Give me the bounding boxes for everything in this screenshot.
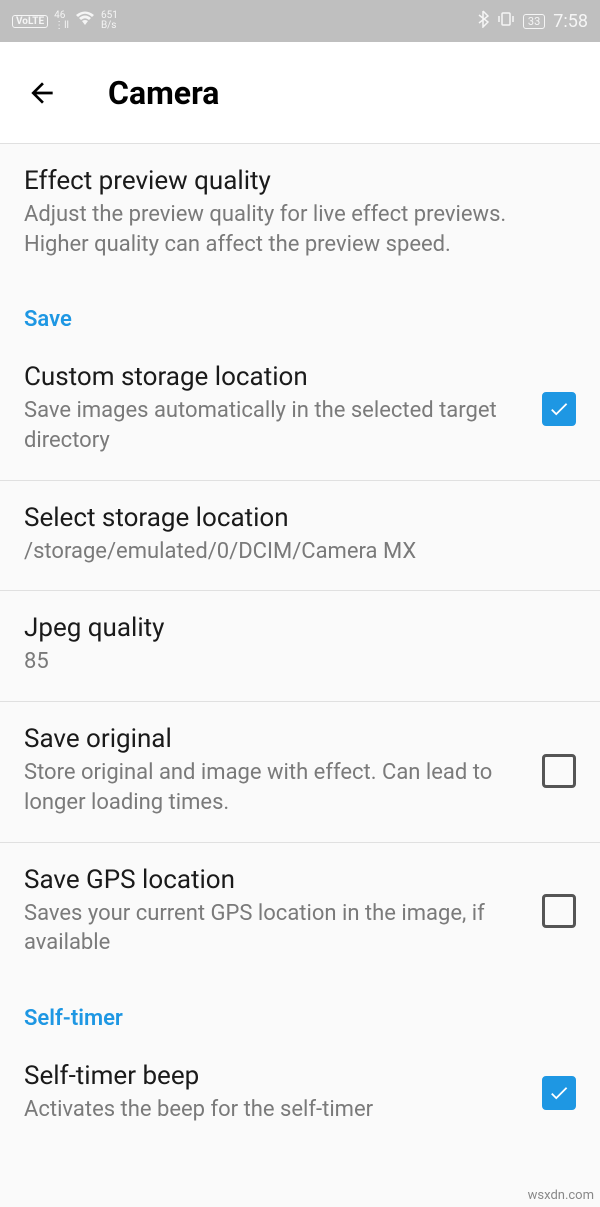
setting-title: Select storage location — [24, 503, 576, 533]
back-button[interactable] — [24, 75, 60, 111]
setting-title: Save original — [24, 724, 522, 754]
setting-self-timer-beep[interactable]: Self-timer beep Activates the beep for t… — [0, 1039, 600, 1135]
setting-desc: Save images automatically in the selecte… — [24, 396, 522, 455]
status-left: VoLTE 46 ⋮ll 651 B/s — [12, 11, 118, 31]
app-header: Camera — [0, 42, 600, 144]
volte-badge: VoLTE — [12, 15, 48, 28]
section-header-self-timer: Self-timer — [0, 982, 600, 1039]
data-rate: 651 B/s — [101, 11, 118, 31]
settings-list: Effect preview quality Adjust the previe… — [0, 144, 600, 1135]
network-indicator: 46 ⋮ll — [54, 11, 69, 31]
watermark: wsxdn.com — [528, 1188, 594, 1203]
setting-save-gps[interactable]: Save GPS location Saves your current GPS… — [0, 843, 600, 982]
setting-title: Save GPS location — [24, 865, 522, 895]
setting-desc: 85 — [24, 647, 576, 677]
check-icon — [548, 398, 570, 420]
setting-title: Jpeg quality — [24, 613, 576, 643]
checkbox-save-original[interactable] — [542, 754, 576, 788]
setting-desc: Saves your current GPS location in the i… — [24, 899, 522, 958]
setting-title: Custom storage location — [24, 362, 522, 392]
setting-desc: Adjust the preview quality for live effe… — [24, 200, 576, 259]
setting-select-storage[interactable]: Select storage location /storage/emulate… — [0, 481, 600, 591]
setting-desc: Activates the beep for the self-timer — [24, 1095, 522, 1125]
wifi-icon — [75, 11, 95, 31]
setting-title: Effect preview quality — [24, 166, 576, 196]
setting-effect-preview-quality[interactable]: Effect preview quality Adjust the previe… — [0, 144, 600, 283]
vibrate-icon — [497, 11, 515, 31]
setting-title: Self-timer beep — [24, 1061, 522, 1091]
bluetooth-icon — [477, 10, 489, 32]
setting-jpeg-quality[interactable]: Jpeg quality 85 — [0, 591, 600, 701]
checkbox-self-timer-beep[interactable] — [542, 1076, 576, 1110]
section-header-save: Save — [0, 283, 600, 340]
clock: 7:58 — [553, 11, 588, 32]
page-title: Camera — [108, 74, 219, 112]
arrow-left-icon — [26, 77, 58, 109]
checkbox-custom-storage[interactable] — [542, 392, 576, 426]
checkbox-save-gps[interactable] — [542, 894, 576, 928]
battery-icon: 33 — [523, 14, 545, 29]
setting-custom-storage[interactable]: Custom storage location Save images auto… — [0, 340, 600, 479]
setting-desc: Store original and image with effect. Ca… — [24, 758, 522, 817]
check-icon — [548, 1082, 570, 1104]
setting-save-original[interactable]: Save original Store original and image w… — [0, 702, 600, 841]
setting-desc: /storage/emulated/0/DCIM/Camera MX — [24, 537, 576, 567]
status-bar: VoLTE 46 ⋮ll 651 B/s 33 7:58 — [0, 0, 600, 42]
status-right: 33 7:58 — [477, 10, 588, 32]
